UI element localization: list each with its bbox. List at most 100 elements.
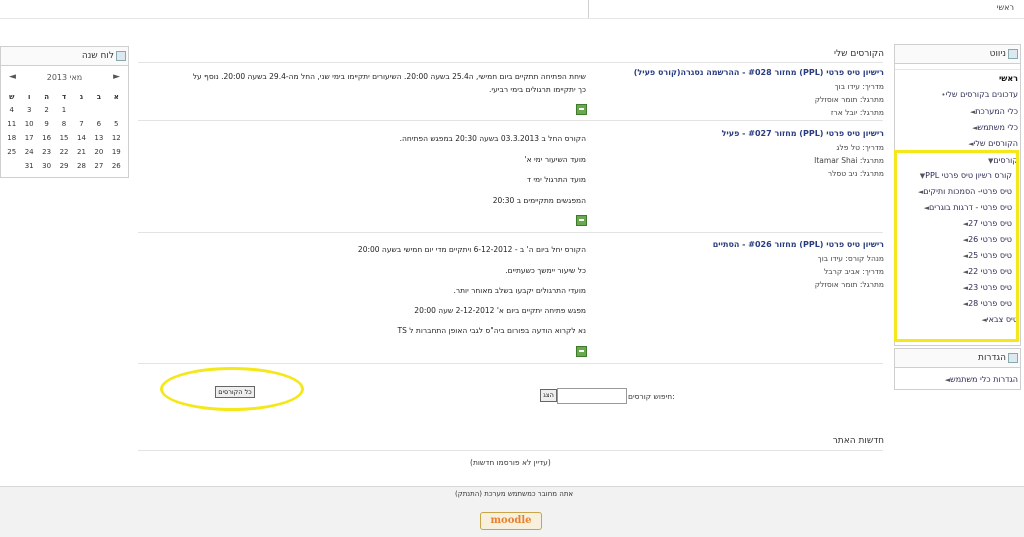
enter-course-icon[interactable] <box>576 215 587 226</box>
course-staff: מדריך: אביב קרבל <box>824 267 884 276</box>
course-staff: מתרגל: יובל ארז <box>830 108 884 117</box>
calendar-day[interactable]: 27 <box>90 159 107 173</box>
calendar-month-label: מאי 2013 <box>46 73 83 82</box>
calendar-day[interactable]: 15 <box>55 131 72 145</box>
weekday: ב <box>96 93 101 101</box>
calendar-day[interactable]: 5 <box>108 117 125 131</box>
calendar-day[interactable]: 2 <box>38 103 55 117</box>
calendar-day[interactable]: 18 <box>3 131 20 145</box>
block-collapse-icon[interactable] <box>1008 49 1018 59</box>
settings-title: הגדרות <box>978 353 1006 363</box>
nav-item-my-courses[interactable]: הקורסים שלי◄ <box>965 139 1018 148</box>
search-input[interactable] <box>557 388 627 404</box>
calendar-day[interactable]: 3 <box>20 103 37 117</box>
calendar-day[interactable]: 11 <box>3 117 20 131</box>
navigation-title: ניווט <box>989 49 1006 59</box>
calendar-day[interactable]: 23 <box>38 145 55 159</box>
nav-item-course-updates[interactable]: עדכונים בקורסים שלי• <box>938 90 1018 99</box>
highlight-annotation <box>894 150 1019 342</box>
calendar-day[interactable]: 1 <box>55 103 72 117</box>
page-title: הקורסים שלי <box>834 49 884 59</box>
nav-label: כלי המערכת <box>975 107 1018 116</box>
calendar-day[interactable]: 28 <box>73 159 90 173</box>
course-staff: מתרגל: תומר אוסזלק <box>814 95 884 104</box>
calendar-day <box>90 103 107 117</box>
calendar-day[interactable]: 13 <box>90 131 107 145</box>
calendar-week: 1 2 3 4 <box>3 103 125 117</box>
calendar-day[interactable]: 7 <box>73 117 90 131</box>
divider <box>138 232 883 233</box>
calendar-block-header: לוח שנה <box>1 47 128 66</box>
calendar-day[interactable]: 17 <box>20 131 37 145</box>
course-summary: המפגשים מתקיימים ב 20:30 <box>492 196 586 205</box>
nav-item-user-tools[interactable]: כלי משתמש◄ <box>969 123 1018 132</box>
course-summary: כל שיעור יימשך כשעתיים. <box>505 266 586 275</box>
calendar-day[interactable]: 30 <box>38 159 55 173</box>
course-summary: מועד השיעור ימי א' <box>524 155 586 164</box>
breadcrumb[interactable]: ראשי <box>997 3 1014 12</box>
course-staff: מתרגל: תומר אוסזלק <box>814 280 884 289</box>
calendar-day[interactable]: 10 <box>20 117 37 131</box>
weekday: ה <box>44 93 49 101</box>
enter-course-icon[interactable] <box>576 104 587 115</box>
calendar-grid: א ב ג ד ה ו ש 1 2 3 4 5 6 7 8 9 10 11 12 <box>3 91 125 173</box>
news-empty-message: (עדיין לא פורסמו חדשות) <box>470 458 551 467</box>
calendar-day[interactable]: 26 <box>108 159 125 173</box>
search-button[interactable]: הצג <box>540 389 557 402</box>
calendar-weekday-row: א ב ג ד ה ו ש <box>3 91 125 103</box>
course-summary: הקורס החל ב 03.3.2013 בשעה 20:30 במפגש ה… <box>399 134 586 143</box>
top-bar-divider <box>588 0 589 18</box>
calendar-day[interactable]: 19 <box>108 145 125 159</box>
calendar-day[interactable]: 25 <box>3 145 20 159</box>
calendar-week: 5 6 7 8 9 10 11 <box>3 117 125 131</box>
course-title-link[interactable]: רישיון טיס פרטי (PPL) מחזור #028 - ההרשמ… <box>634 68 884 77</box>
calendar-day[interactable]: 31 <box>20 159 37 173</box>
block-collapse-icon[interactable] <box>116 51 126 61</box>
course-summary: כך יתקיימו תרגולים בימי רביעי. <box>489 85 586 94</box>
nav-label: עדכונים בקורסים שלי <box>945 90 1018 99</box>
calendar-block: לוח שנה ◄ מאי 2013 ► א ב ג ד ה ו ש 1 2 3… <box>0 46 129 178</box>
enter-course-icon[interactable] <box>576 346 587 357</box>
calendar-week: 26 27 28 29 30 31 <box>3 159 125 173</box>
calendar-day[interactable]: 6 <box>90 117 107 131</box>
course-summary: שיחת הפתיחה תתקיים ביום חמישי, ה25.4 בשע… <box>192 72 586 81</box>
block-collapse-icon[interactable] <box>1008 353 1018 363</box>
course-summary: מועד התרגול ימי ד <box>526 175 586 184</box>
course-summary: מפגש פתיחה יתקיים ביום א' 2-12-2012 שעה … <box>414 306 586 315</box>
weekday: א <box>113 93 119 101</box>
weekday: ג <box>79 93 84 101</box>
course-title-link[interactable]: רישיון טיס פרטי (PPL) מחזור #026 - הסתיי… <box>713 240 884 249</box>
calendar-day[interactable]: 12 <box>108 131 125 145</box>
calendar-day[interactable]: 9 <box>38 117 55 131</box>
nav-label: הגדרות כלי משתמש <box>950 375 1018 384</box>
calendar-day[interactable]: 22 <box>55 145 72 159</box>
calendar-week: 12 13 14 15 16 17 18 <box>3 131 125 145</box>
nav-item-home[interactable]: ראשי <box>999 74 1018 83</box>
weekday: ש <box>9 93 15 101</box>
course-title-link[interactable]: רישיון טיס פרטי (PPL) מחזור #027 - פעיל <box>722 129 884 138</box>
calendar-day[interactable]: 16 <box>38 131 55 145</box>
calendar-day[interactable]: 24 <box>20 145 37 159</box>
logged-in-info[interactable]: אתה מחובר כמשתמש מערכת (התנתק) <box>455 490 573 498</box>
calendar-day[interactable]: 14 <box>73 131 90 145</box>
calendar-next-icon[interactable]: ► <box>113 72 120 82</box>
calendar-day[interactable]: 20 <box>90 145 107 159</box>
navigation-block-header: ניווט <box>895 45 1020 64</box>
moodle-logo[interactable]: moodle <box>480 512 542 530</box>
highlight-annotation <box>160 367 304 411</box>
calendar-day[interactable]: 4 <box>3 103 20 117</box>
calendar-day[interactable]: 21 <box>73 145 90 159</box>
settings-block-header: הגדרות <box>895 349 1020 368</box>
course-summary[interactable]: נא לקרוא הודעה בפורום ביה"ס לגבי האופן ה… <box>398 326 586 335</box>
weekday: ו <box>27 93 31 101</box>
nav-label: הקורסים שלי <box>973 139 1018 148</box>
course-summary: מועדי התרגולים יקבעו בשלב מאוחר יותר. <box>453 286 586 295</box>
course-staff: מדריך: עידו בוך <box>834 82 884 91</box>
calendar-title: לוח שנה <box>81 51 114 61</box>
calendar-day[interactable]: 8 <box>55 117 72 131</box>
nav-item-system-tools[interactable]: כלי המערכת◄ <box>967 107 1018 116</box>
nav-label: כלי משתמש <box>977 123 1018 132</box>
weekday: ד <box>61 93 67 101</box>
calendar-day[interactable]: 29 <box>55 159 72 173</box>
nav-item-user-settings[interactable]: הגדרות כלי משתמש◄ <box>942 375 1018 384</box>
